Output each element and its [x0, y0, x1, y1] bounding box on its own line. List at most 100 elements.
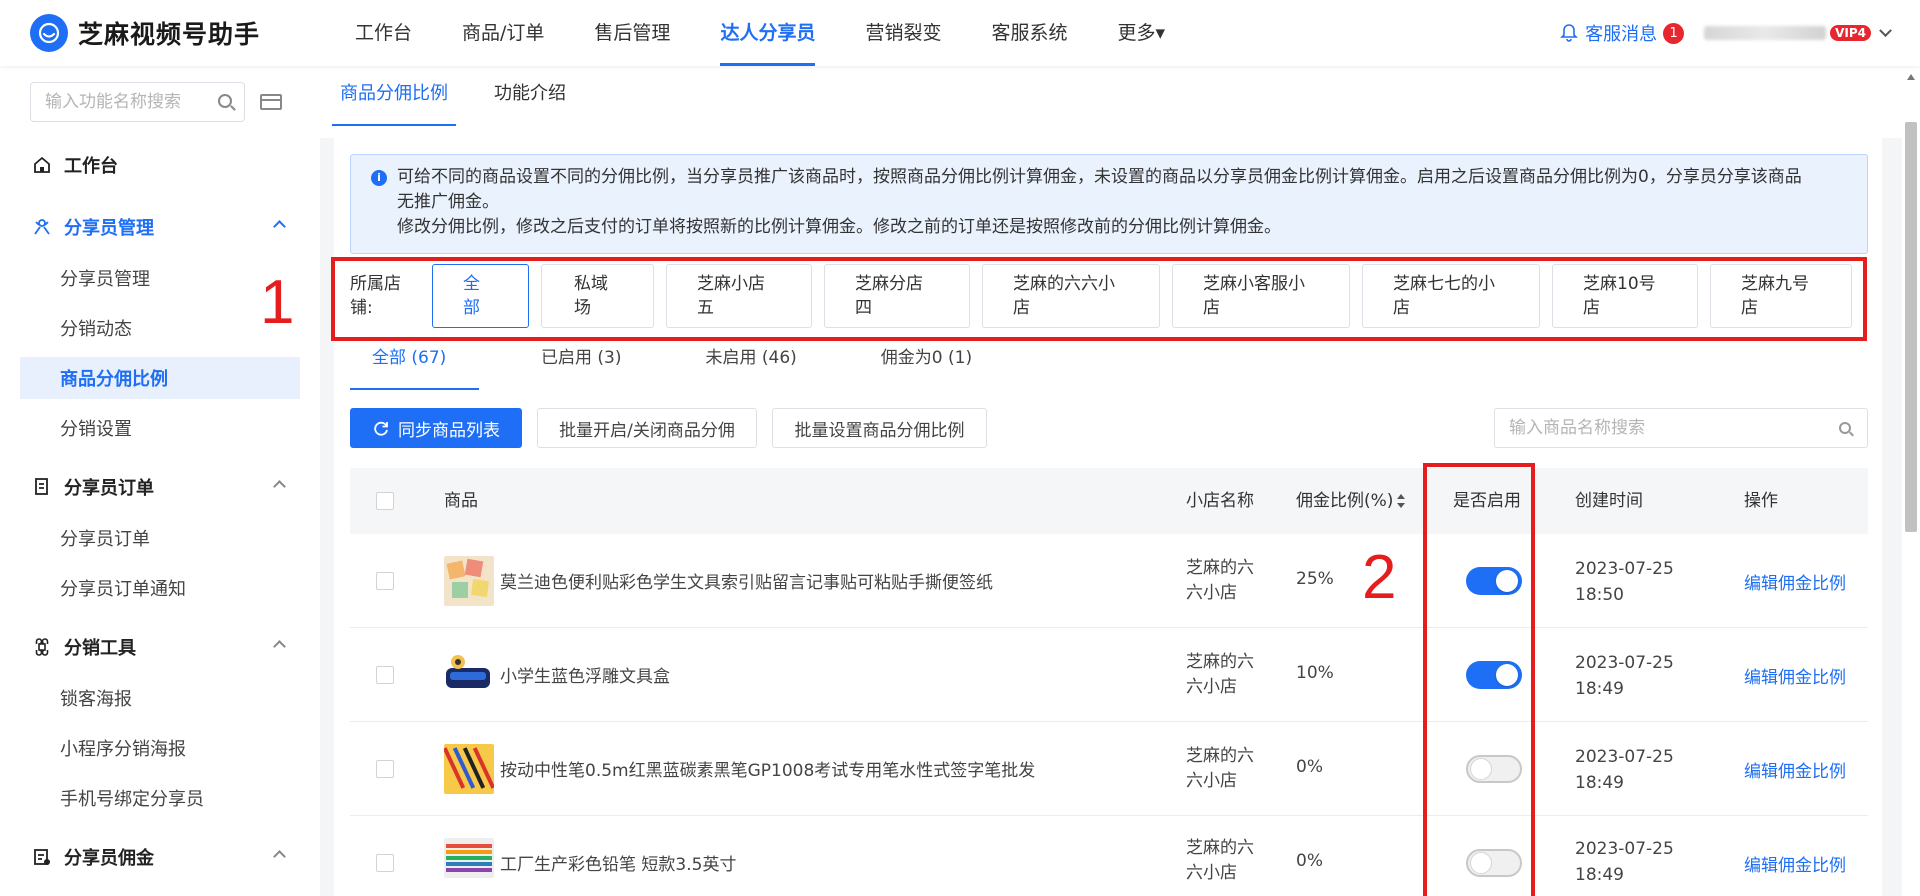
product-name: 莫兰迪色便利贴彩色学生文具索引贴留言记事贴可粘贴手撕便签纸 — [500, 573, 993, 593]
refresh-icon — [374, 421, 388, 436]
page-tabs: 商品分佣比例 功能介绍 — [332, 66, 608, 126]
row-checkbox[interactable] — [376, 666, 394, 684]
sidebar-item-lock-poster[interactable]: 锁客海报 — [20, 677, 300, 719]
shop-name: 芝麻的六 六小店 — [1186, 556, 1266, 606]
search-icon — [218, 94, 232, 108]
header-ratio[interactable]: 佣金比例(%) — [1296, 468, 1406, 534]
annotation-label-1: 1 — [260, 268, 295, 337]
sidebar-group-sharer-commission[interactable]: 分享员佣金 — [20, 836, 300, 878]
sidebar-item-phone-binding[interactable]: 手机号绑定分享员 — [20, 777, 300, 819]
chevron-up-icon — [273, 850, 286, 863]
nav-after-sales[interactable]: 售后管理 — [569, 0, 695, 66]
scroll-thumb[interactable] — [1905, 122, 1917, 532]
sort-icon — [1397, 494, 1406, 508]
product-thumbnail — [444, 650, 494, 700]
edit-commission-link[interactable]: 编辑佣金比例 — [1744, 663, 1846, 688]
created-clock: 18:49 — [1575, 773, 1624, 793]
shop-name-line: 六小店 — [1186, 771, 1237, 791]
annotation-label-2: 2 — [1362, 543, 1397, 612]
sidebar-item-product-commission[interactable]: 商品分佣比例 — [20, 357, 300, 399]
chevron-down-icon[interactable] — [1879, 23, 1892, 37]
bell-icon — [1560, 24, 1579, 42]
shop-name-line: 芝麻的六 — [1186, 746, 1254, 766]
sidebar-group-sharer-orders[interactable]: 分享员订单 — [20, 466, 300, 508]
product-name: 小学生蓝色浮雕文具盒 — [500, 667, 670, 687]
product-thumbnail — [444, 838, 494, 878]
product-name: 按动中性笔0.5m红黑蓝碳素黑笔GP1008考试专用笔水性式签字笔批发 — [500, 761, 1036, 781]
sync-products-button[interactable]: 同步商品列表 — [350, 408, 522, 448]
sidebar-item-distribution-settings[interactable]: 分销设置 — [20, 407, 300, 449]
nav-workbench[interactable]: 工作台 — [330, 0, 437, 66]
table-header: 商品 小店名称 佣金比例(%) 是否启用 创建时间 操作 — [350, 468, 1868, 534]
shop-name: 芝麻的六 六小店 — [1186, 744, 1266, 794]
info-icon: i — [371, 170, 387, 186]
account-name-blurred[interactable] — [1704, 26, 1827, 40]
row-checkbox[interactable] — [376, 854, 394, 872]
shop-name-line: 芝麻的六 — [1186, 838, 1254, 858]
created-date: 2023-07-25 — [1575, 559, 1674, 579]
nav-marketing[interactable]: 营销裂变 — [840, 0, 966, 66]
app-logo[interactable]: 芝麻视频号助手 — [30, 14, 260, 52]
vip-badge: VIP4 — [1830, 25, 1871, 41]
product-search-placeholder: 输入商品名称搜索 — [1509, 418, 1645, 438]
search-icon — [1839, 422, 1851, 434]
sidebar-item-distribution-activity[interactable]: 分销动态 — [20, 307, 300, 349]
header-shop: 小店名称 — [1186, 491, 1254, 511]
sidebar-item-label: 工作台 — [64, 156, 118, 177]
message-count-badge: 1 — [1663, 22, 1685, 44]
nav-sharers[interactable]: 达人分享员 — [695, 0, 840, 66]
nav-customer-service[interactable]: 客服系统 — [966, 0, 1092, 66]
sidebar-item-sharer-management[interactable]: 分享员管理 — [20, 257, 300, 299]
sidebar-group-sharer-management[interactable]: 分享员管理 — [20, 206, 300, 248]
commission-ratio: 25% — [1296, 569, 1334, 589]
table-row: 工厂生产彩色铅笔 短款3.5英寸 芝麻的六 六小店 0% 2023-07-25 18… — [350, 816, 1868, 896]
sidebar-item-workbench[interactable]: 工作台 — [20, 144, 300, 186]
app-title: 芝麻视频号助手 — [78, 20, 261, 49]
sidebar: 输入功能名称搜索 工作台 分享员管理 分享员管理 分销动态 商品分佣比例 分销设… — [0, 66, 320, 896]
product-search-input[interactable]: 输入商品名称搜索 — [1494, 408, 1868, 448]
shop-name: 芝麻的六 六小店 — [1186, 836, 1266, 886]
logo-icon — [30, 14, 68, 52]
batch-set-ratio-button[interactable]: 批量设置商品分佣比例 — [772, 408, 987, 448]
sidebar-item-miniapp-poster[interactable]: 小程序分销海报 — [20, 727, 300, 769]
edit-commission-link[interactable]: 编辑佣金比例 — [1744, 757, 1846, 782]
main-area: 商品分佣比例 功能介绍 i 可给不同的商品设置不同的分佣比例，当分享员推广该商品… — [320, 66, 1902, 896]
chevron-up-icon — [273, 640, 286, 653]
table-row: 按动中性笔0.5m红黑蓝碳素黑笔GP1008考试专用笔水性式签字笔批发 芝麻的六… — [350, 722, 1868, 816]
chevron-up-icon — [273, 480, 286, 493]
annotation-box-store-filter — [331, 257, 1867, 341]
created-date: 2023-07-25 — [1575, 839, 1674, 859]
action-bar: 同步商品列表 批量开启/关闭商品分佣 批量设置商品分佣比例 输入商品名称搜索 — [350, 408, 1868, 448]
customer-messages[interactable]: 客服消息 1 — [1559, 20, 1685, 46]
product-thumbnail — [444, 556, 494, 606]
tab-product-commission[interactable]: 商品分佣比例 — [332, 66, 456, 126]
function-search-input[interactable]: 输入功能名称搜索 — [30, 82, 245, 122]
edit-commission-link[interactable]: 编辑佣金比例 — [1744, 851, 1846, 876]
row-checkbox[interactable] — [376, 760, 394, 778]
card-icon[interactable] — [260, 94, 282, 110]
table-row: 莫兰迪色便利贴彩色学生文具索引贴留言记事贴可粘贴手撕便签纸 芝麻的六 六小店 25… — [350, 534, 1868, 628]
created-date: 2023-07-25 — [1575, 747, 1674, 767]
batch-toggle-commission-button[interactable]: 批量开启/关闭商品分佣 — [537, 408, 757, 448]
header-ratio-label: 佣金比例(%) — [1296, 491, 1394, 511]
shop-name-line: 六小店 — [1186, 677, 1237, 697]
edit-commission-link[interactable]: 编辑佣金比例 — [1744, 569, 1846, 594]
sidebar-group-distribution-tools[interactable]: 分销工具 — [20, 626, 300, 668]
page-scrollbar[interactable] — [1902, 66, 1920, 896]
content-area: i 可给不同的商品设置不同的分佣比例，当分享员推广该商品时，按照商品分佣比例计算… — [320, 138, 1902, 896]
created-time: 2023-07-25 18:49 — [1575, 744, 1674, 796]
tab-feature-intro[interactable]: 功能介绍 — [490, 66, 570, 122]
sidebar-item-sharer-orders[interactable]: 分享员订单 — [20, 517, 300, 559]
created-clock: 18:49 — [1575, 679, 1624, 699]
sidebar-item-order-notifications[interactable]: 分享员订单通知 — [20, 567, 300, 609]
home-icon — [32, 155, 52, 175]
header-ops: 操作 — [1744, 491, 1778, 511]
product-thumbnail — [444, 744, 494, 794]
scroll-up-arrow-icon[interactable] — [1907, 74, 1915, 80]
created-time: 2023-07-25 18:50 — [1575, 556, 1674, 608]
select-all-checkbox[interactable] — [376, 492, 394, 510]
header-product: 商品 — [444, 491, 478, 511]
row-checkbox[interactable] — [376, 572, 394, 590]
nav-more[interactable]: 更多▾ — [1092, 0, 1190, 66]
nav-goods-orders[interactable]: 商品/订单 — [437, 0, 569, 66]
